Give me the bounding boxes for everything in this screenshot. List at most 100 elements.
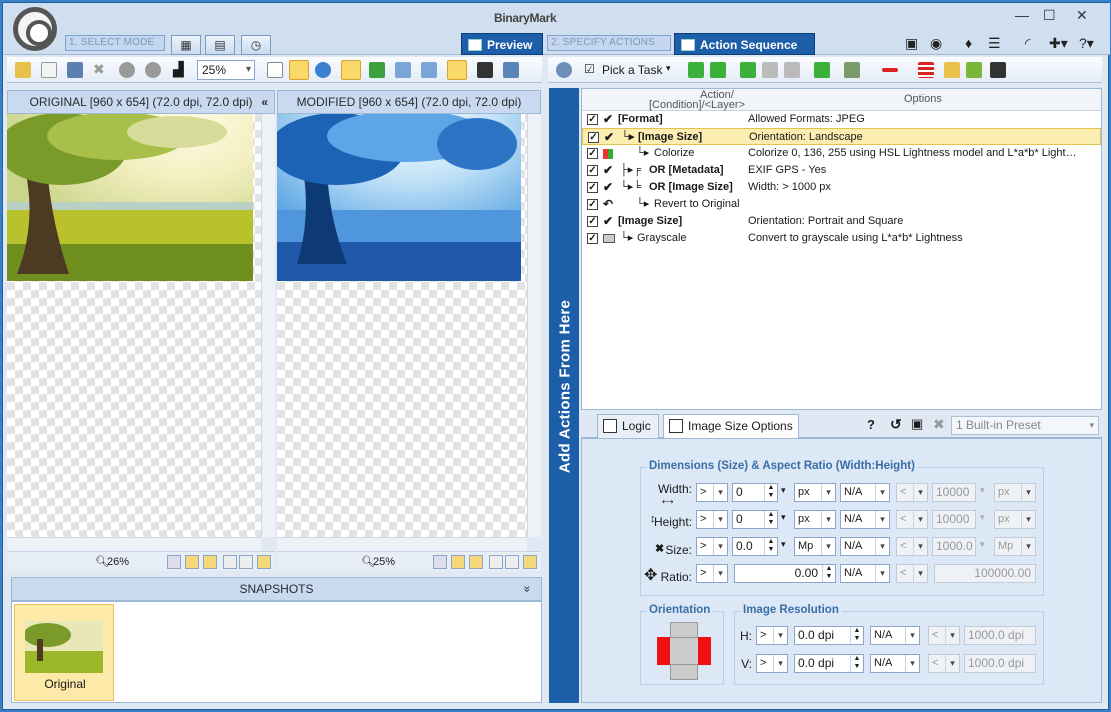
actual-size-icon[interactable] [203,555,217,569]
fit-icon[interactable] [369,62,385,78]
indent-more-icon[interactable] [784,62,800,78]
delete-icon[interactable] [882,68,898,72]
size-unit[interactable]: Mp ▾ [794,537,836,556]
close-icon[interactable]: ✕ [1076,7,1088,24]
insert-group-icon[interactable] [844,62,860,78]
bulb-icon[interactable]: ♦ [965,35,972,51]
height-max-operator[interactable]: < ▾ [896,510,928,529]
original-hscroll[interactable] [7,537,261,551]
load-preset-icon[interactable] [966,62,982,78]
width-unit[interactable]: px ▾ [794,483,836,502]
action-row-selected[interactable]: ✓ ✔ └▸ [Image Size] Orientation: Landscap… [582,128,1101,145]
h-max-operator[interactable]: < ▾ [928,626,960,645]
chevron-down-icon[interactable]: ▾ [781,512,786,523]
help-icon[interactable]: ? [867,417,875,432]
action-row[interactable]: ✓ └▸ Colorize Colorize 0, 136, 255 using… [582,145,1101,162]
fit-window-icon[interactable] [185,555,199,569]
hand-tool-icon[interactable] [523,555,537,569]
preset-select[interactable]: 1 Built-in Preset ▾ [951,416,1099,435]
actual-size-icon[interactable] [469,555,483,569]
row-checkbox[interactable]: ✓ [587,216,598,227]
row-checkbox[interactable]: ✓ [588,132,599,143]
height-max-unit[interactable]: px ▾ [994,510,1036,529]
row-checkbox[interactable]: ✓ [587,148,598,159]
action-row[interactable]: ✓ ✔ └▸╘ OR [Image Size] Width: > 1000 px [582,179,1101,196]
width-max-input[interactable]: 10000 [932,483,976,502]
back-icon[interactable] [119,62,135,78]
height-input[interactable]: 0 ▲ ▼ [732,510,778,529]
fit-window-icon[interactable] [451,555,465,569]
save-all-icon[interactable] [503,62,519,78]
tab-preview[interactable]: Preview [461,33,543,55]
original-vscroll[interactable] [261,114,275,537]
collapse-icon[interactable]: « [261,91,268,113]
row-checkbox[interactable]: ✓ [587,182,598,193]
open-sequence-icon[interactable] [944,62,960,78]
add-menu-icon[interactable]: ✚▾ [1049,35,1068,52]
ratio-max-operator[interactable]: < ▾ [896,564,928,583]
maximize-icon[interactable]: ☐ [1043,7,1056,24]
action-row[interactable]: ✓ ↶ └▸ Revert to Original [582,196,1101,213]
zoom-tool-icon[interactable] [505,555,519,569]
action-row[interactable]: ✓ ✔ [Image Size] Orientation: Portrait an… [582,213,1101,230]
tab-action-sequence[interactable]: Action Sequence (8) [674,33,815,74]
chevron-down-icon[interactable]: ▾ [781,539,786,550]
align-left-icon[interactable] [395,62,411,78]
histogram-icon[interactable]: ▟ [173,62,189,78]
eyedropper-icon[interactable] [223,555,237,569]
chevron-down-icon[interactable]: ▾ [980,539,985,550]
hand-tool-icon[interactable] [257,555,271,569]
ratio-input[interactable]: 0.00 ▲ ▼ [734,564,836,583]
orientation-landscape-right[interactable] [698,637,711,665]
row-checkbox[interactable]: ✓ [587,199,598,210]
h-max-input[interactable]: 1000.0 dpi [964,626,1036,645]
pan-hand-icon[interactable] [341,60,361,80]
center-icon[interactable] [433,555,447,569]
forward-icon[interactable] [145,62,161,78]
eyedropper-icon[interactable] [489,555,503,569]
chevron-down-icon[interactable]: ▾ [666,63,671,74]
outdent-icon[interactable] [740,62,756,78]
v-dpi-input[interactable]: 0.0 dpi ▲ ▼ [794,654,864,673]
snapshot-item[interactable]: Original [14,604,114,701]
width-max-operator[interactable]: < ▾ [896,483,928,502]
v-condition[interactable]: N/A ▾ [870,654,920,673]
chevron-down-icon[interactable]: ▾ [980,485,985,496]
expand-icon[interactable]: » [517,586,539,593]
align-active-icon[interactable] [447,60,467,80]
height-condition[interactable]: N/A ▾ [840,510,890,529]
size-max-unit[interactable]: Mp ▾ [994,537,1036,556]
center-icon[interactable] [167,555,181,569]
width-condition[interactable]: N/A ▾ [840,483,890,502]
ratio-operator[interactable]: > ▾ [696,564,728,583]
v-operator[interactable]: > ▾ [756,654,788,673]
move-up-icon[interactable] [688,62,704,78]
save-sequence-icon[interactable] [990,62,1006,78]
align-center-icon[interactable] [421,62,437,78]
chevron-down-icon[interactable]: ▾ [980,512,985,523]
h-dpi-input[interactable]: 0.0 dpi ▲ ▼ [794,626,864,645]
tab-image-size-options[interactable]: Image Size Options [663,414,799,438]
chevron-down-icon[interactable]: ▾ [781,485,786,496]
paste-icon[interactable] [41,62,57,78]
app-menu-gear-icon[interactable] [13,7,57,51]
v-max-input[interactable]: 1000.0 dpi [964,654,1036,673]
remove-icon[interactable]: ✖ [93,62,109,78]
tab-logic[interactable]: Logic [597,414,659,438]
single-view-icon[interactable] [267,62,283,78]
modified-image-area[interactable] [277,114,527,537]
delete-preset-icon[interactable]: ✖ [933,416,945,433]
height-unit[interactable]: px ▾ [794,510,836,529]
action-row[interactable]: ✓ ✔ [Format] Allowed Formats: JPEG [582,111,1101,128]
console-icon[interactable]: ▣ [905,35,918,52]
row-checkbox[interactable]: ✓ [587,165,598,176]
size-operator[interactable]: > ▾ [696,537,728,556]
h-operator[interactable]: > ▾ [756,626,788,645]
reset-icon[interactable]: ↺ [890,416,902,433]
insert-icon[interactable] [814,62,830,78]
pick-task-button[interactable]: Pick a Task [602,63,662,77]
save-icon[interactable] [477,62,493,78]
width-operator[interactable]: > ▾ [696,483,728,502]
split-view-icon[interactable] [289,60,309,80]
folder-mode-button[interactable]: ▤ [205,35,235,55]
